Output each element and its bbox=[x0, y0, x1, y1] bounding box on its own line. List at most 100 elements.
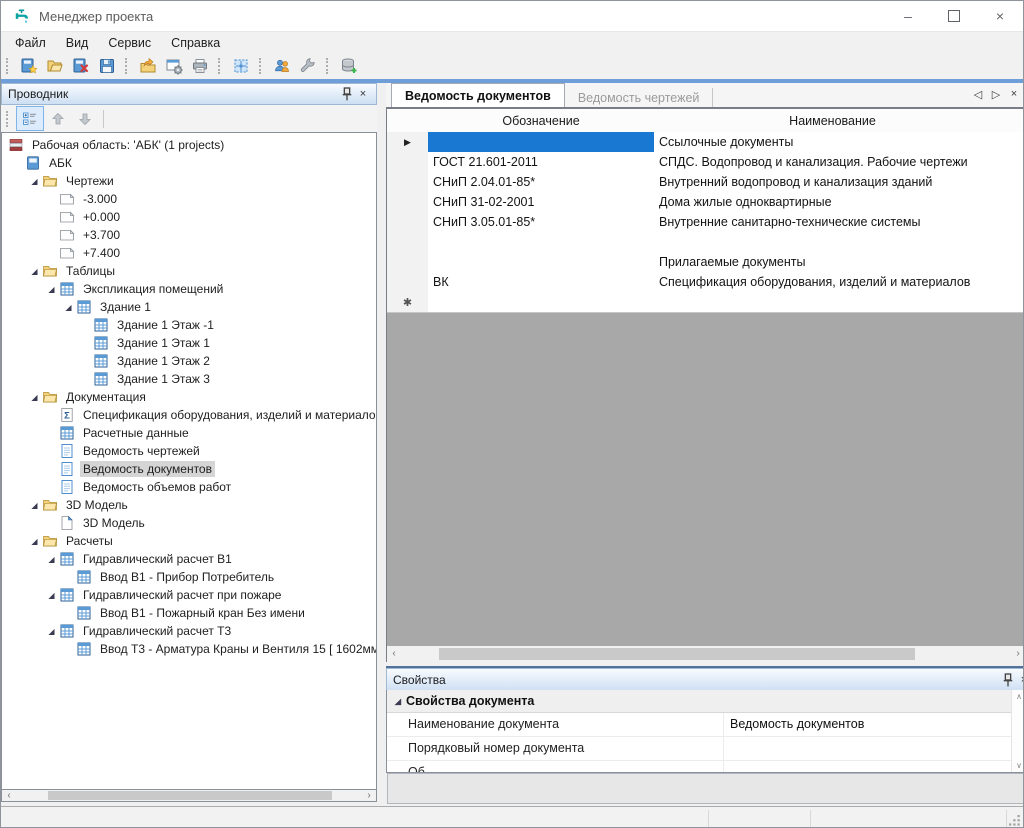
grid-cell[interactable] bbox=[1011, 192, 1024, 213]
row-header-cell[interactable] bbox=[387, 252, 429, 273]
tree-item[interactable]: Ведомость документов bbox=[2, 460, 376, 478]
scroll-right-icon[interactable]: › bbox=[1011, 649, 1024, 659]
tree-item[interactable]: Ведомость чертежей bbox=[2, 442, 376, 460]
grid-cell[interactable] bbox=[1011, 292, 1024, 313]
tree-item-label[interactable]: -3.000 bbox=[80, 191, 120, 207]
tree-expander-icon[interactable]: ◢ bbox=[27, 267, 42, 276]
tree-item[interactable]: ◢Экспликация помещений bbox=[2, 280, 376, 298]
table-row[interactable] bbox=[387, 232, 1024, 252]
row-header-cell[interactable] bbox=[387, 272, 429, 293]
grid-cell[interactable]: СНиП 2.04.01-85* bbox=[428, 172, 665, 193]
tree-item[interactable]: Рабочая область: 'АБК' (1 projects) bbox=[2, 136, 376, 154]
tree-item-label[interactable]: АБК bbox=[46, 155, 75, 171]
tree-item-label[interactable]: Гидравлический расчет Т3 bbox=[80, 623, 234, 639]
current-row-icon[interactable]: ▶ bbox=[387, 132, 429, 153]
tree-item[interactable]: Ввод В1 - Прибор Потребитель bbox=[2, 568, 376, 586]
table-row[interactable]: ▶ Ссылочные документы bbox=[387, 132, 1024, 152]
scroll-right-icon[interactable]: › bbox=[362, 791, 376, 801]
tree-expander-icon[interactable]: ◢ bbox=[27, 501, 42, 510]
explorer-close-icon[interactable]: × bbox=[355, 86, 371, 102]
tree-item-label[interactable]: Документация bbox=[63, 389, 149, 405]
save-button[interactable] bbox=[94, 54, 120, 78]
menu-help[interactable]: Справка bbox=[161, 33, 230, 53]
grid-cell[interactable] bbox=[654, 232, 1022, 253]
tree-item[interactable]: ◢Таблицы bbox=[2, 262, 376, 280]
row-header-cell[interactable] bbox=[387, 172, 429, 193]
tree-item[interactable]: ◢Здание 1 bbox=[2, 298, 376, 316]
grid-cell[interactable] bbox=[428, 292, 665, 313]
property-value[interactable] bbox=[724, 761, 1024, 773]
print-button[interactable] bbox=[187, 54, 213, 78]
tree-item[interactable]: Здание 1 Этаж 1 bbox=[2, 334, 376, 352]
grid-cell[interactable] bbox=[1011, 212, 1024, 233]
tree-item-label[interactable]: Здание 1 Этаж 2 bbox=[114, 353, 213, 369]
grid-cell[interactable]: ГОСТ 21.601-2011 bbox=[428, 152, 665, 173]
scroll-down-icon[interactable]: ∨ bbox=[1016, 761, 1022, 770]
grid-cell[interactable]: Спецификация оборудования, изделий и мат… bbox=[654, 272, 1022, 293]
tree-item-label[interactable]: Чертежи bbox=[63, 173, 117, 189]
table-row[interactable]: СНиП 2.04.01-85*Внутренний водопровод и … bbox=[387, 172, 1024, 192]
menu-view[interactable]: Вид bbox=[56, 33, 99, 53]
scroll-left-icon[interactable]: ‹ bbox=[387, 649, 401, 659]
table-row[interactable]: СНиП 31-02-2001Дома жилые одноквартирные bbox=[387, 192, 1024, 212]
tree-item-label[interactable]: Ввод Т3 - Арматура Краны и Вентиля 15 [ … bbox=[97, 641, 377, 657]
tree-item-label[interactable]: Рабочая область: 'АБК' (1 projects) bbox=[29, 137, 227, 153]
tab-close-icon[interactable]: × bbox=[1007, 88, 1021, 101]
tree-item[interactable]: ◢ Гидравлический расчет при пожаре bbox=[2, 586, 376, 604]
tree-item[interactable]: Здание 1 Этаж 2 bbox=[2, 352, 376, 370]
grid-cell[interactable] bbox=[654, 292, 1022, 313]
properties-vertical-scrollbar[interactable]: ∧ ∨ bbox=[1011, 690, 1024, 772]
pin-icon[interactable] bbox=[1000, 672, 1016, 688]
tree-expander-icon[interactable]: ◢ bbox=[27, 537, 42, 546]
tree-item[interactable]: -3.000 bbox=[2, 190, 376, 208]
cad-view-button[interactable] bbox=[228, 54, 254, 78]
scrollbar-thumb[interactable] bbox=[48, 791, 332, 800]
row-header-cell[interactable] bbox=[387, 212, 429, 233]
tab-scroll-left-icon[interactable]: ◁ bbox=[971, 88, 985, 101]
move-up-button[interactable] bbox=[45, 107, 71, 130]
new-project-button[interactable] bbox=[16, 54, 42, 78]
category-expander-icon[interactable]: ◢ bbox=[390, 697, 406, 706]
tree-item[interactable]: ΣСпецификация оборудования, изделий и ма… bbox=[2, 406, 376, 424]
grid-cell[interactable] bbox=[428, 232, 665, 253]
tree-expander-icon[interactable]: ◢ bbox=[27, 393, 42, 402]
tree-item-label[interactable]: +3.700 bbox=[80, 227, 123, 243]
grid-cell[interactable]: Прилагаемые документы bbox=[654, 252, 1022, 273]
grid-cell[interactable] bbox=[1011, 252, 1024, 273]
tree-expander-icon[interactable]: ◢ bbox=[44, 591, 59, 600]
grid-cell[interactable]: СНиП 3.05.01-85* bbox=[428, 212, 665, 233]
table-row[interactable]: ✱ bbox=[387, 292, 1024, 312]
grid-cell[interactable] bbox=[428, 252, 665, 273]
properties-close-icon[interactable]: × bbox=[1016, 672, 1024, 688]
tree-expander-icon[interactable]: ◢ bbox=[44, 285, 59, 294]
grid-cell[interactable] bbox=[1011, 232, 1024, 253]
tree-item-label[interactable]: 3D Модель bbox=[63, 497, 131, 513]
tree-item-label[interactable]: Ведомость документов bbox=[80, 461, 215, 477]
tree-item-label[interactable]: +7.400 bbox=[80, 245, 123, 261]
grid-cell[interactable] bbox=[1011, 132, 1024, 153]
resize-grip-icon[interactable] bbox=[1008, 814, 1021, 827]
tree-item-label[interactable]: Ведомость чертежей bbox=[80, 443, 203, 459]
tree-item[interactable]: Ведомость объемов работ bbox=[2, 478, 376, 496]
tree-item[interactable]: ◢Гидравлический расчет Т3 bbox=[2, 622, 376, 640]
grid-cell[interactable]: Внутренние санитарно-технические системы bbox=[654, 212, 1022, 233]
close-button[interactable]: × bbox=[977, 1, 1023, 31]
grid-cell[interactable]: Дома жилые одноквартирные bbox=[654, 192, 1022, 213]
tree-item[interactable]: ◢Гидравлический расчет В1 bbox=[2, 550, 376, 568]
tree-item-label[interactable]: Гидравлический расчет при пожаре bbox=[80, 587, 284, 603]
tree-item[interactable]: Ввод Т3 - Арматура Краны и Вентиля 15 [ … bbox=[2, 640, 376, 658]
column-header-designation[interactable]: Обозначение bbox=[428, 109, 655, 133]
open-project-button[interactable] bbox=[42, 54, 68, 78]
grid-cell[interactable] bbox=[1011, 152, 1024, 173]
grid-cell[interactable]: СНиП 31-02-2001 bbox=[428, 192, 665, 213]
maximize-button[interactable] bbox=[931, 1, 977, 31]
grid-cell[interactable]: Ссылочные документы bbox=[654, 132, 1022, 153]
tree-item-label[interactable]: Здание 1 bbox=[97, 299, 154, 315]
tree-item[interactable]: Расчетные данные bbox=[2, 424, 376, 442]
tree-expander-icon[interactable]: ◢ bbox=[44, 555, 59, 564]
tree-item[interactable]: Здание 1 Этаж 3 bbox=[2, 370, 376, 388]
database-add-button[interactable] bbox=[336, 54, 362, 78]
grid-cell[interactable]: СПДС. Водопровод и канализация. Рабочие … bbox=[654, 152, 1022, 173]
minimize-button[interactable]: – bbox=[885, 1, 931, 31]
move-down-button[interactable] bbox=[72, 107, 98, 130]
